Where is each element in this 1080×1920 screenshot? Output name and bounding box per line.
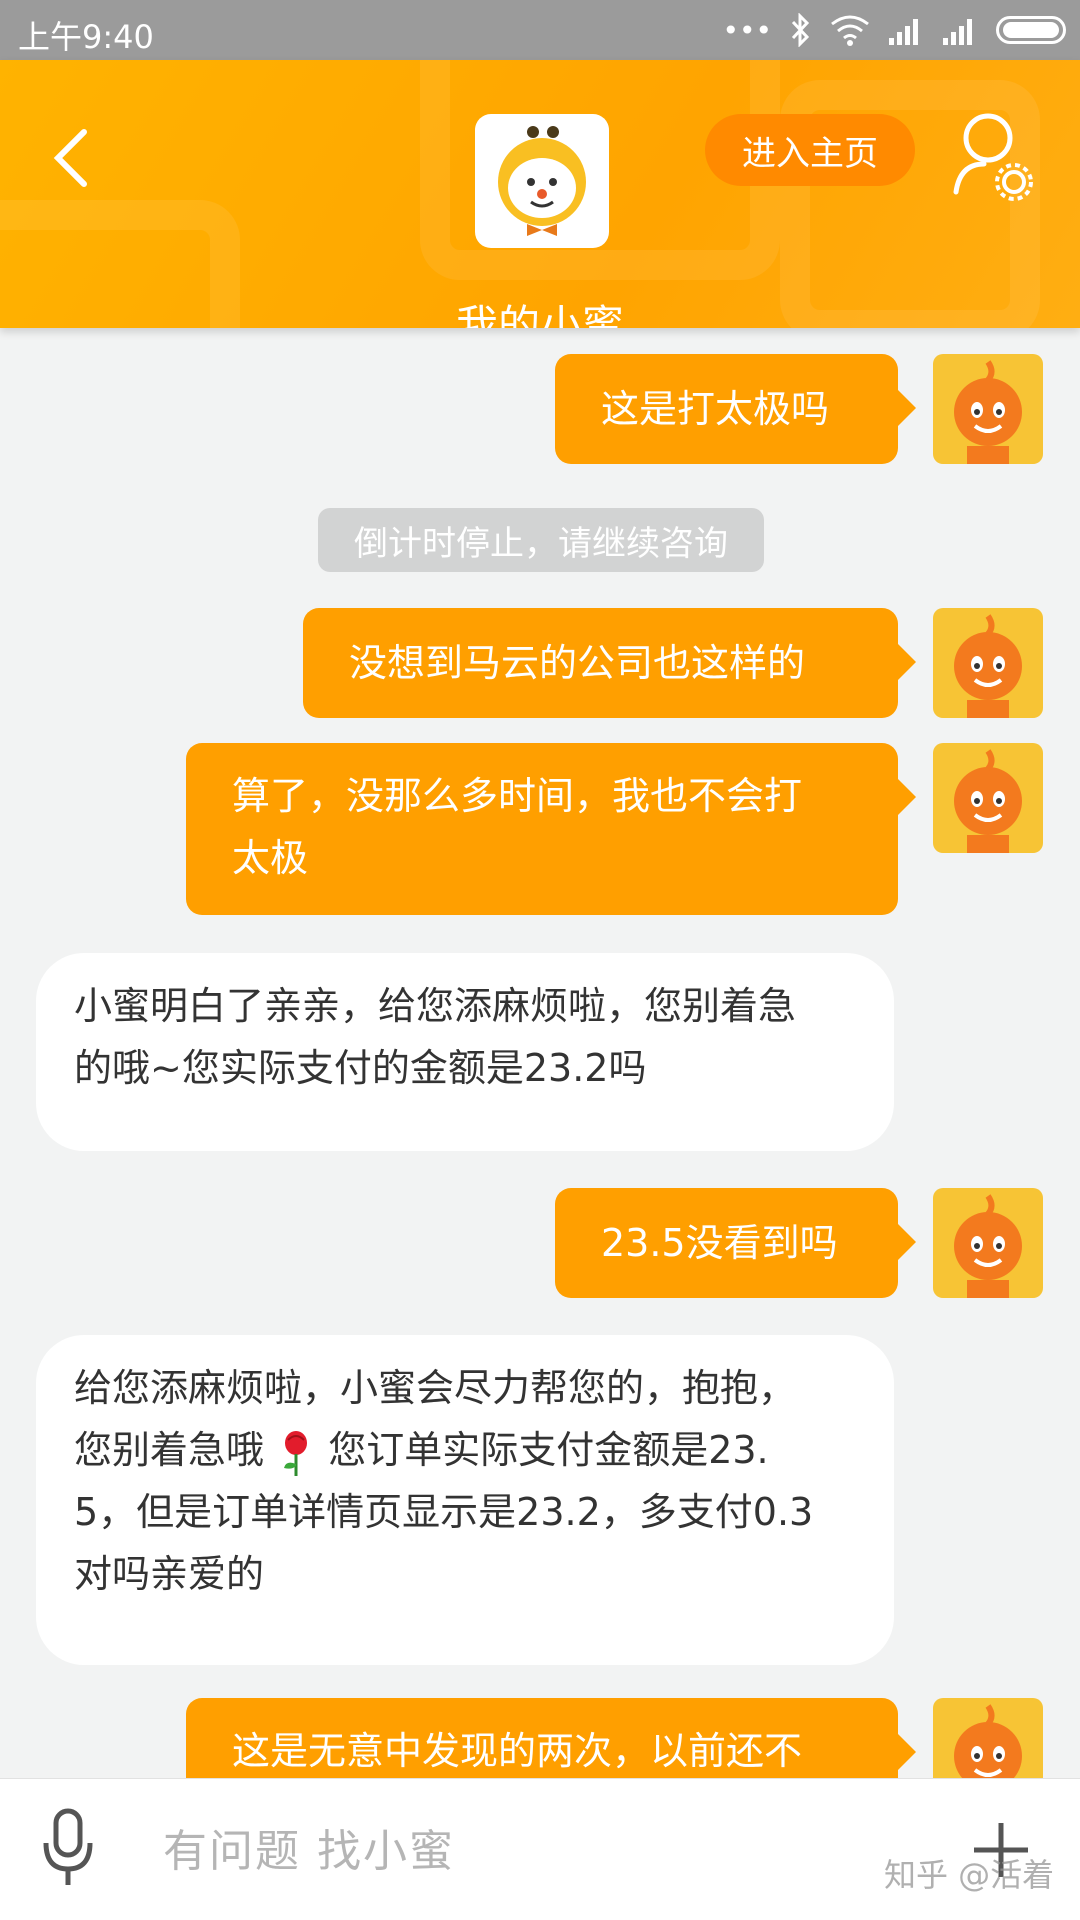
chevron-left-icon[interactable] xyxy=(40,118,110,198)
enter-homepage-button[interactable]: 进入主页 xyxy=(705,114,915,186)
status-icons: ••• xyxy=(722,12,1066,48)
outgoing-message[interactable]: 这是无意中发现的两次，以前还不 xyxy=(186,1698,916,1778)
outgoing-message[interactable]: 这是打太极吗 xyxy=(555,354,916,464)
message-text-line: 5，但是订单详情页显示是23.2，多支付0.3 xyxy=(74,1490,814,1534)
signal-icon-2 xyxy=(943,19,972,45)
bee-mascot-icon xyxy=(475,114,609,248)
user-avatar[interactable] xyxy=(933,1188,1043,1298)
status-time: 上午9:40 xyxy=(18,18,154,56)
message-text-line: 给您添麻烦啦，小蜜会尽力帮您的，抱抱， xyxy=(74,1366,797,1410)
outgoing-message[interactable]: 没想到马云的公司也这样的 xyxy=(303,608,916,718)
signal-icon xyxy=(889,19,918,45)
message-text-line: 太极 xyxy=(232,836,309,880)
message-text-line: 对吗亲爱的 xyxy=(74,1552,265,1596)
wifi-icon xyxy=(831,15,869,46)
input-bar: 有问题 找小蜜 xyxy=(0,1778,1080,1920)
more-dots-icon: ••• xyxy=(722,13,772,47)
message-text-segment: 您订单实际支付金额是23. xyxy=(328,1428,769,1472)
user-avatar[interactable] xyxy=(933,1698,1043,1778)
battery-icon xyxy=(996,16,1066,44)
user-avatar[interactable] xyxy=(933,608,1043,718)
rose-emoji-icon xyxy=(284,1430,308,1476)
message-text-segment: 您别着急哦 xyxy=(74,1428,265,1472)
system-note: 倒计时停止，请继续咨询 xyxy=(318,508,764,572)
message-text: 这是无意中发现的两次，以前还不 xyxy=(232,1729,803,1773)
message-text: 这是打太极吗 xyxy=(601,387,830,431)
message-input[interactable]: 有问题 找小蜜 xyxy=(163,1815,455,1879)
message-text-line: 算了，没那么多时间，我也不会打 xyxy=(232,774,803,818)
message-text-line: 您别着急哦 您订单实际支付金额是23. xyxy=(74,1419,856,1481)
microphone-icon[interactable] xyxy=(40,1807,96,1889)
message-text-line: 小蜜明白了亲亲，给您添麻烦啦，您别着急 xyxy=(74,984,797,1028)
outgoing-message[interactable]: 算了，没那么多时间，我也不会打 太极 xyxy=(186,743,916,915)
message-text: 没想到马云的公司也这样的 xyxy=(349,641,806,685)
incoming-message[interactable]: 小蜜明白了亲亲，给您添麻烦啦，您别着急 的哦~您实际支付的金额是23.2吗 xyxy=(36,953,894,1151)
message-text: 23.5没看到吗 xyxy=(601,1221,838,1265)
message-text-line: 的哦~您实际支付的金额是23.2吗 xyxy=(74,1046,647,1090)
incoming-message[interactable]: 给您添麻烦啦，小蜜会尽力帮您的，抱抱， 您别着急哦 您订单实际支付金额是23. … xyxy=(36,1335,894,1665)
outgoing-message[interactable]: 23.5没看到吗 xyxy=(555,1188,916,1298)
page-title: 我的小蜜 xyxy=(455,301,624,328)
watermark: 知乎 @活着 xyxy=(884,1856,1055,1894)
user-avatar[interactable] xyxy=(933,743,1043,853)
bluetooth-icon xyxy=(791,13,810,47)
user-avatar[interactable] xyxy=(933,354,1043,464)
status-bar: 上午9:40 ••• xyxy=(0,0,1080,60)
chat-area[interactable]: 这是打太极吗 倒计时停止，请继续咨询 没想到马云的公司也这样的 算了，没那么多时… xyxy=(0,328,1080,1778)
chat-header: 进入主页 我的小蜜 xyxy=(0,60,1080,328)
user-settings-icon[interactable] xyxy=(950,108,1038,204)
